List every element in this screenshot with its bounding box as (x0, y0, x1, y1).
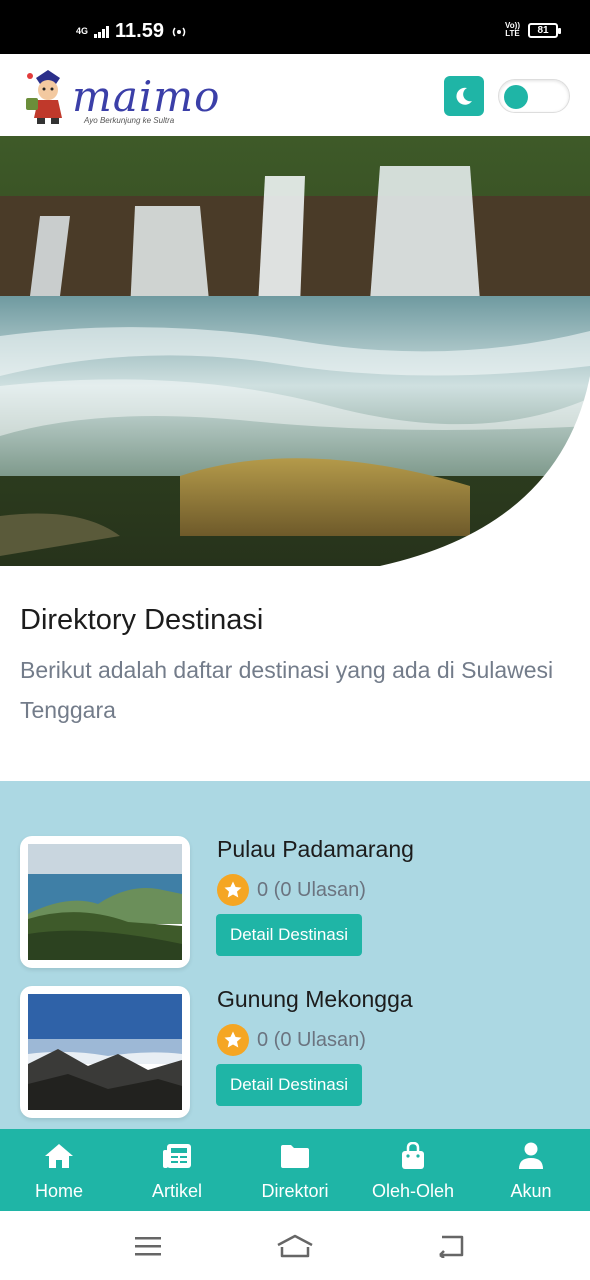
network-type: 4G (76, 26, 89, 36)
intro-section: Direktory Destinasi Berikut adalah dafta… (0, 596, 590, 781)
island-photo (28, 844, 182, 960)
home-button[interactable] (275, 1231, 315, 1261)
volte-icon: Vo)) LTE (505, 22, 520, 38)
signal-icon (94, 25, 110, 38)
logo-tagline: Ayo Berkunjung ke Sultra (84, 116, 175, 125)
rating-text: 0 (0 Ulasan) (257, 878, 366, 901)
moon-icon (456, 87, 472, 105)
destination-thumbnail[interactable] (20, 836, 190, 968)
page-title: Direktory Destinasi (20, 604, 264, 636)
destination-rating: 0 (0 Ulasan) (217, 1024, 366, 1056)
destination-list: Pulau Padamarang 0 (0 Ulasan) Detail Des… (0, 781, 590, 1129)
detail-destinasi-button[interactable]: Detail Destinasi (216, 1064, 362, 1106)
nav-direktori[interactable]: Direktori (236, 1129, 354, 1211)
page-description: Berikut adalah daftar destinasi yang ada… (20, 657, 554, 723)
mountain-photo (28, 994, 182, 1110)
home-outline-icon (277, 1234, 313, 1258)
nav-label: Oleh-Oleh (371, 1181, 455, 1201)
nav-label: Akun (510, 1181, 552, 1201)
destination-card: Pulau Padamarang 0 (0 Ulasan) Detail Des… (0, 836, 590, 970)
status-bar: 4G 11.59 Vo)) LTE 81 (0, 0, 590, 54)
toggle-knob (504, 85, 528, 109)
volte-bottom-text: LTE (505, 29, 520, 38)
nav-label: Artikel (151, 1181, 202, 1201)
theme-toggle[interactable] (498, 79, 570, 113)
clock: 11.59 (115, 20, 164, 42)
nav-label: Direktori (261, 1181, 329, 1201)
shopping-bag-icon (397, 1141, 429, 1171)
hero-image (0, 136, 590, 596)
dark-mode-button[interactable] (444, 76, 484, 116)
status-bar-right: Vo)) LTE 81 (505, 22, 561, 38)
waterfall-photo (0, 136, 590, 596)
destination-name[interactable]: Gunung Mekongga (217, 986, 413, 1013)
system-navigation-bar (0, 1211, 590, 1280)
destination-thumbnail[interactable] (20, 986, 190, 1118)
nav-oleh-oleh[interactable]: Oleh-Oleh (354, 1129, 472, 1211)
nav-akun[interactable]: Akun (472, 1129, 590, 1211)
detail-destinasi-button[interactable]: Detail Destinasi (216, 914, 362, 956)
nav-home[interactable]: Home (0, 1129, 118, 1211)
destination-rating: 0 (0 Ulasan) (217, 874, 366, 906)
home-icon (43, 1141, 75, 1171)
destination-name[interactable]: Pulau Padamarang (217, 836, 414, 863)
menu-icon (135, 1237, 161, 1256)
logo-text: maimo (72, 72, 221, 121)
back-button[interactable] (430, 1231, 470, 1261)
battery-icon: 81 (528, 22, 561, 38)
status-bar-left: 4G 11.59 (76, 20, 188, 43)
destination-card: Gunung Mekongga 0 (0 Ulasan) Detail Dest… (0, 986, 590, 1120)
mascot-icon (26, 70, 62, 124)
menu-button[interactable] (128, 1231, 168, 1261)
star-icon (217, 1024, 249, 1056)
back-icon (439, 1235, 464, 1258)
folder-icon (279, 1141, 311, 1171)
bottom-navigation: Home Artikel Direktori Oleh-Oleh Akun (0, 1129, 590, 1211)
hotspot-icon (172, 27, 186, 36)
rating-text: 0 (0 Ulasan) (257, 1028, 366, 1051)
newspaper-icon (161, 1141, 193, 1171)
nav-label: Home (34, 1181, 83, 1201)
star-icon (217, 874, 249, 906)
app-logo[interactable]: maimo Ayo Berkunjung ke Sultra (22, 64, 222, 128)
nav-artikel[interactable]: Artikel (118, 1129, 236, 1211)
app-header: maimo Ayo Berkunjung ke Sultra (0, 54, 590, 136)
user-icon (515, 1141, 547, 1171)
